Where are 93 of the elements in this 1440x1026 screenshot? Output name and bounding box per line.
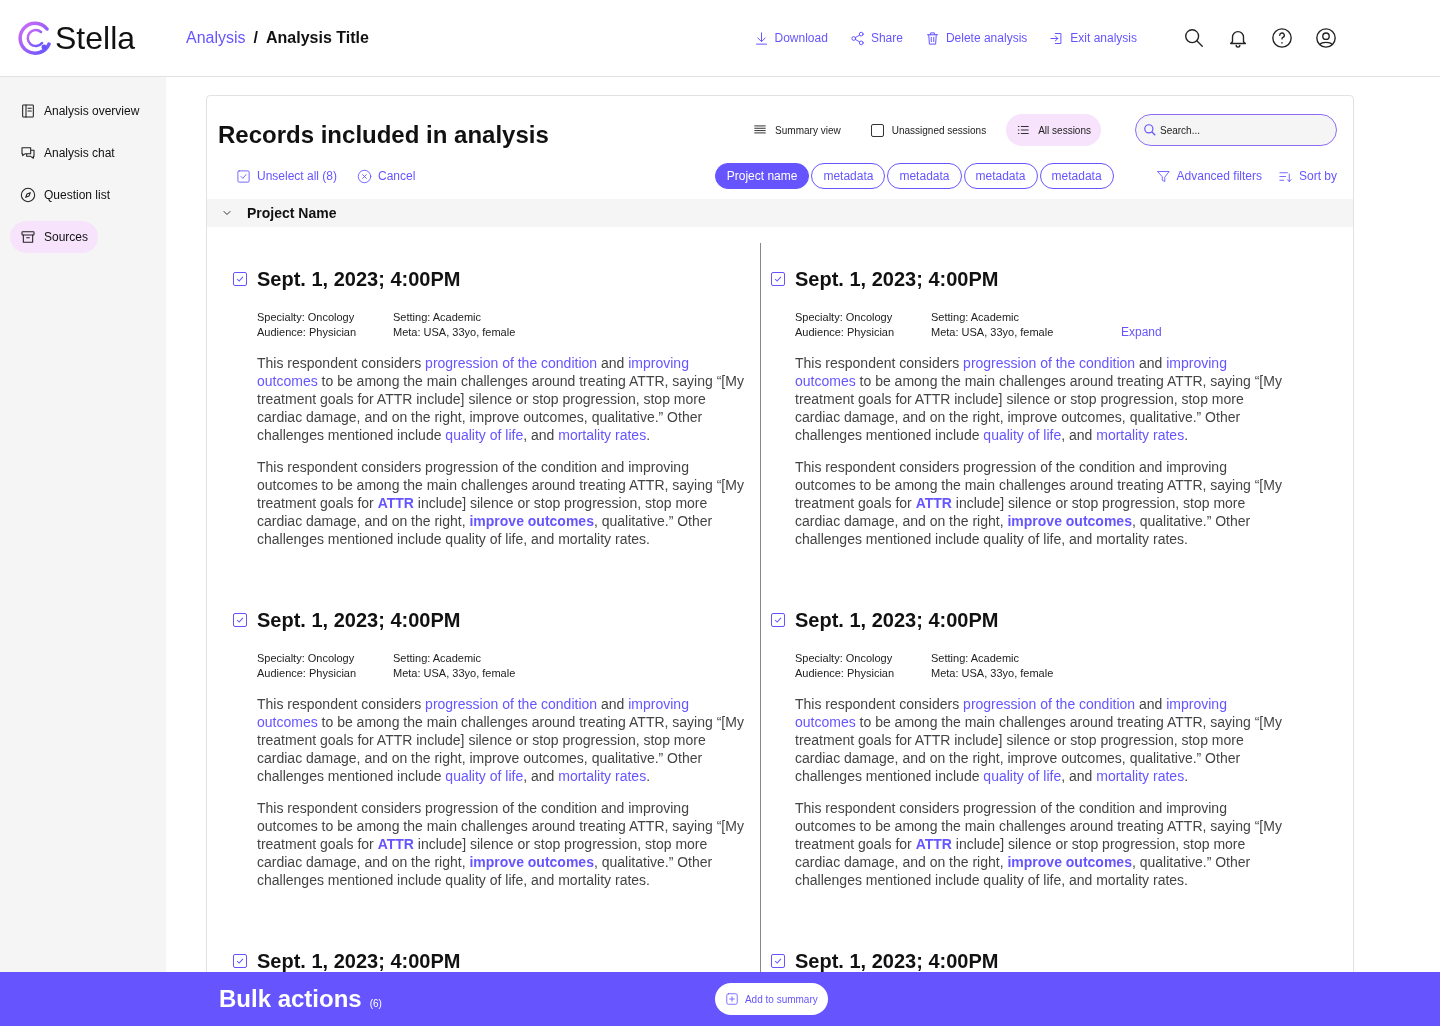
filter-chip[interactable]: metadata — [887, 163, 962, 189]
selection-action-link[interactable]: Cancel — [357, 167, 416, 185]
panel-title: Records included in analysis — [218, 120, 549, 150]
compass-icon — [20, 187, 36, 203]
sidebar-item[interactable]: Question list — [10, 179, 121, 211]
record-meta: Setting: Academic — [393, 310, 483, 325]
group-header[interactable]: Project Name — [207, 199, 1353, 227]
record-meta: Specialty: Oncology — [257, 310, 356, 325]
record-meta: Setting: Academic — [931, 310, 1021, 325]
search-icon — [1143, 123, 1157, 137]
brand-name: Stella — [55, 22, 136, 54]
filter-chip[interactable]: metadata — [1039, 163, 1114, 189]
logo-icon — [17, 20, 53, 56]
list-icon — [753, 123, 768, 137]
header-action-link[interactable]: Share — [849, 29, 903, 47]
sidebar-item[interactable]: Analysis chat — [10, 137, 125, 169]
filter-chip[interactable]: metadata — [811, 163, 886, 189]
profile-icon[interactable] — [1315, 27, 1337, 49]
record-summary: This respondent considers progression of the condition and improving outcomes to be among the main challenges around treating ATTR, saying “[My treatment goals for ATTR include] silence or stop progression, stop more cardiac damage, and on the right, improve outcomes, qualitative.” Other challenges mentioned include quality of life, and mortality rates. — [795, 799, 1283, 889]
list-icon — [1016, 123, 1031, 137]
record-meta: Specialty: Oncology — [795, 651, 894, 666]
breadcrumb-current: Analysis Title — [266, 28, 369, 48]
download-icon — [753, 30, 769, 46]
record-title: Sept. 1, 2023; 4:00PM — [257, 608, 461, 633]
record-checkbox[interactable] — [233, 272, 247, 286]
record-meta: Specialty: Oncology — [795, 310, 894, 325]
record-title: Sept. 1, 2023; 4:00PM — [795, 949, 999, 974]
record-meta: Audience: Physician — [257, 666, 358, 681]
check-icon — [773, 956, 783, 966]
expand-link[interactable]: Expand — [1121, 325, 1337, 340]
record-title: Sept. 1, 2023; 4:00PM — [795, 608, 999, 633]
record-title: Sept. 1, 2023; 4:00PM — [257, 949, 461, 974]
record-meta: Meta: USA, 33yo, female — [931, 666, 1055, 681]
record-summary: This respondent considers progression of the condition and improving outcomes to be among the main challenges around treating ATTR, saying “[My treatment goals for ATTR include] silence or stop progression, stop more cardiac damage, and on the right, improve outcomes, qualitative.” Other challenges mentioned include quality of life, and mortality rates. — [257, 799, 745, 889]
share-icon — [849, 30, 865, 46]
view-option[interactable]: All sessions — [1006, 114, 1101, 146]
view-option[interactable]: Unassigned sessions — [860, 114, 997, 146]
sidebar-item[interactable]: Sources — [10, 221, 99, 253]
header-action-link[interactable]: Download — [753, 29, 828, 47]
record-checkbox[interactable] — [771, 613, 785, 627]
record-meta: Setting: Academic — [393, 651, 483, 666]
record-checkbox[interactable] — [771, 272, 785, 286]
check-icon — [235, 956, 245, 966]
selection-action-link[interactable]: Unselect all (8) — [236, 167, 338, 185]
record-title: Sept. 1, 2023; 4:00PM — [257, 267, 461, 292]
breadcrumb-separator: / — [253, 28, 259, 48]
search-icon[interactable] — [1183, 27, 1205, 49]
record-meta: Audience: Physician — [795, 325, 896, 340]
chat-icon — [20, 145, 36, 161]
check-icon — [773, 615, 783, 625]
record-checkbox[interactable] — [233, 954, 247, 968]
record-meta: Meta: USA, 33yo, female — [393, 325, 517, 340]
exit-icon — [1049, 30, 1065, 46]
record-title: Sept. 1, 2023; 4:00PM — [795, 267, 999, 292]
record-meta: Meta: USA, 33yo, female — [393, 666, 517, 681]
checkbox-icon — [236, 168, 251, 184]
record-summary: This respondent considers progression of the condition and improving outcomes to be among the main challenges around treating ATTR, saying “[My treatment goals for ATTR include] silence or stop progression, stop more cardiac damage, and on the right, improve outcomes, qualitative.” Other challenges mentioned include quality of life, and mortality rates. — [795, 354, 1283, 444]
toolbar-link[interactable]: Sort by — [1278, 167, 1337, 185]
filter-chip[interactable]: Project name — [714, 163, 810, 189]
check-icon — [773, 274, 783, 284]
book-icon — [20, 103, 36, 119]
add-to-summary-button[interactable]: Add to summary — [714, 983, 828, 1015]
header-action-link[interactable]: Delete analysis — [924, 29, 1028, 47]
record-summary: This respondent considers progression of the condition and improving outcomes to be among the main challenges around treating ATTR, saying “[My treatment goals for ATTR include] silence or stop progression, stop more cardiac damage, and on the right, improve outcomes, qualitative.” Other challenges mentioned include quality of life, and mortality rates. — [795, 458, 1283, 548]
record-meta: Specialty: Oncology — [257, 651, 356, 666]
header-action-link[interactable]: Exit analysis — [1049, 29, 1137, 47]
record-meta: Meta: USA, 33yo, female — [931, 325, 1055, 340]
filter-icon — [1155, 168, 1171, 184]
record-summary: This respondent considers progression of the condition and improving outcomes to be among the main challenges around treating ATTR, saying “[My treatment goals for ATTR include] silence or stop progression, stop more cardiac damage, and on the right, improve outcomes, qualitative.” Other challenges mentioned include quality of life, and mortality rates. — [257, 695, 745, 785]
record-summary: This respondent considers progression of the condition and improving outcomes to be among the main challenges around treating ATTR, saying “[My treatment goals for ATTR include] silence or stop progression, stop more cardiac damage, and on the right, improve outcomes, qualitative.” Other challenges mentioned include quality of life, and mortality rates. — [257, 458, 745, 548]
bulk-actions-title: Bulk actions — [219, 984, 362, 1014]
selected-count: (6) — [369, 996, 382, 1011]
check-icon — [235, 615, 245, 625]
trash-icon — [924, 30, 940, 46]
help-icon[interactable] — [1271, 27, 1293, 49]
record-checkbox[interactable] — [233, 613, 247, 627]
record-meta: Audience: Physician — [795, 666, 896, 681]
breadcrumb-link[interactable]: Analysis — [186, 26, 246, 50]
check-icon — [235, 274, 245, 284]
view-option[interactable]: Summary view — [743, 114, 851, 146]
record-meta: Setting: Academic — [931, 651, 1021, 666]
toolbar-link[interactable]: Advanced filters — [1155, 167, 1262, 185]
record-meta: Audience: Physician — [257, 325, 358, 340]
plus-icon — [724, 992, 739, 1006]
record-summary: This respondent considers progression of the condition and improving outcomes to be among the main challenges around treating ATTR, saying “[My treatment goals for ATTR include] silence or stop progression, stop more cardiac damage, and on the right, improve outcomes, qualitative.” Other challenges mentioned include quality of life, and mortality rates. — [257, 354, 745, 444]
archive-icon — [20, 229, 36, 245]
checkbox — [870, 123, 884, 137]
record-checkbox[interactable] — [771, 954, 785, 968]
filter-chip[interactable]: metadata — [963, 163, 1038, 189]
search-field[interactable]: Search... — [1135, 114, 1337, 146]
close-icon — [357, 168, 373, 184]
record-summary: This respondent considers progression of the condition and improving outcomes to be among the main challenges around treating ATTR, saying “[My treatment goals for ATTR include] silence or stop progression, stop more cardiac damage, and on the right, improve outcomes, qualitative.” Other challenges mentioned include quality of life, and mortality rates. — [795, 695, 1283, 785]
sidebar-item[interactable]: Analysis overview — [10, 95, 150, 127]
